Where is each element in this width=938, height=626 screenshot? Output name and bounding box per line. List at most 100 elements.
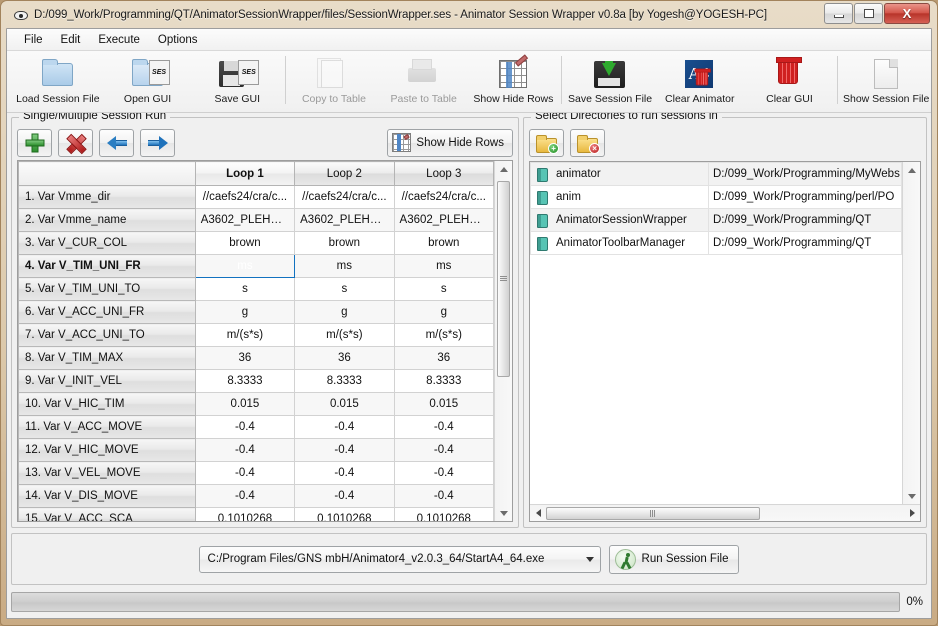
table-cell[interactable]: s <box>194 277 296 302</box>
directory-name-cell[interactable]: AnimatorToolbarManager <box>530 231 709 255</box>
table-cell[interactable]: -0.4 <box>393 484 494 509</box>
table-cell[interactable]: -0.4 <box>194 438 296 463</box>
directories-vertical-scrollbar[interactable] <box>902 162 920 504</box>
column-header-loop-1[interactable]: Loop 1 <box>194 161 296 187</box>
scroll-down-arrow[interactable] <box>903 488 920 504</box>
table-cell[interactable]: -0.4 <box>393 461 494 486</box>
table-cell[interactable]: //caefs24/cra/c... <box>393 185 494 210</box>
show-hide-rows-button[interactable]: Show Hide Rows <box>387 128 513 157</box>
close-button[interactable]: X <box>884 3 930 24</box>
list-item[interactable]: animator D:/099_Work/Programming/MyWebs <box>530 162 902 186</box>
row-header[interactable]: 2. Var Vmme_name <box>18 208 196 233</box>
table-corner-header[interactable] <box>18 161 196 187</box>
table-cell[interactable]: -0.4 <box>294 438 395 463</box>
column-header-loop-2[interactable]: Loop 2 <box>294 161 395 187</box>
table-cell[interactable]: brown <box>294 231 395 256</box>
add-session-button[interactable] <box>17 128 52 157</box>
table-cell[interactable]: 0.1010268 <box>194 507 296 521</box>
scroll-up-arrow[interactable] <box>903 162 920 178</box>
table-cell[interactable]: brown <box>194 231 296 256</box>
menu-options[interactable]: Options <box>149 32 207 48</box>
session-table-vertical-scrollbar[interactable] <box>494 161 512 521</box>
executable-path-combobox[interactable]: C:/Program Files/GNS mbH/Animator4_v2.0.… <box>198 545 601 573</box>
table-cell[interactable]: -0.4 <box>294 415 395 440</box>
move-session-right-button[interactable] <box>140 128 175 157</box>
directories-horizontal-scrollbar[interactable] <box>530 504 920 521</box>
table-cell[interactable]: ms <box>294 254 395 279</box>
table-cell[interactable]: 8.3333 <box>393 369 494 394</box>
column-header-loop-3[interactable]: Loop 3 <box>393 161 494 187</box>
run-session-file-button[interactable]: Run Session File <box>608 544 740 574</box>
table-cell[interactable]: A3602_PLEHC_I... <box>294 208 395 233</box>
table-cell[interactable]: -0.4 <box>194 484 296 509</box>
toolbar-save-gui[interactable]: SES Save GUI <box>192 54 282 112</box>
table-cell[interactable]: ms <box>194 254 296 279</box>
minimize-button[interactable] <box>824 3 853 24</box>
table-cell[interactable]: 8.3333 <box>194 369 296 394</box>
table-cell[interactable]: 36 <box>194 346 296 371</box>
toolbar-show-hide-rows[interactable]: Show Hide Rows <box>469 54 559 112</box>
row-header[interactable]: 6. Var V_ACC_UNI_FR <box>18 300 196 325</box>
table-cell[interactable]: -0.4 <box>393 438 494 463</box>
table-cell[interactable]: -0.4 <box>194 461 296 486</box>
table-cell[interactable]: 36 <box>294 346 395 371</box>
table-cell[interactable]: s <box>294 277 395 302</box>
scroll-up-arrow[interactable] <box>495 161 512 177</box>
table-cell[interactable]: 0.1010268 <box>294 507 395 521</box>
table-cell[interactable]: 0.015 <box>194 392 296 417</box>
list-item[interactable]: AnimatorToolbarManager D:/099_Work/Progra… <box>530 231 902 255</box>
table-cell[interactable]: 0.015 <box>294 392 395 417</box>
table-cell[interactable]: g <box>194 300 296 325</box>
table-cell[interactable]: brown <box>393 231 494 256</box>
row-header[interactable]: 14. Var V_DIS_MOVE <box>18 484 196 509</box>
scroll-right-arrow[interactable] <box>904 509 920 517</box>
table-cell[interactable]: 36 <box>393 346 494 371</box>
table-cell[interactable]: g <box>393 300 494 325</box>
maximize-button[interactable] <box>854 3 883 24</box>
remove-directory-button[interactable]: × <box>570 129 605 157</box>
toolbar-open-gui[interactable]: SES Open GUI <box>103 54 193 112</box>
toolbar-paste-to-table[interactable]: Paste to Table <box>379 54 469 112</box>
directory-path[interactable]: D:/099_Work/Programming/MyWebs <box>708 162 902 186</box>
scroll-thumb[interactable] <box>497 181 510 378</box>
table-cell[interactable]: -0.4 <box>393 415 494 440</box>
toolbar-copy-to-table[interactable]: Copy to Table <box>289 54 379 112</box>
scroll-track-horizontal[interactable] <box>546 506 904 521</box>
table-cell[interactable]: 0.1010268 <box>393 507 494 521</box>
list-item[interactable]: anim D:/099_Work/Programming/perl/PO <box>530 185 902 209</box>
toolbar-clear-gui[interactable]: Clear GUI <box>745 54 835 112</box>
row-header[interactable]: 12. Var V_HIC_MOVE <box>18 438 196 463</box>
table-cell[interactable]: A3602_PLEHC_I... <box>393 208 494 233</box>
directory-name-cell[interactable]: anim <box>530 185 709 209</box>
scroll-track[interactable] <box>495 177 512 505</box>
toolbar-clear-animator[interactable]: A4 Clear Animator <box>655 54 745 112</box>
table-cell[interactable]: m/(s*s) <box>194 323 296 348</box>
row-header[interactable]: 10. Var V_HIC_TIM <box>18 392 196 417</box>
table-cell[interactable]: m/(s*s) <box>393 323 494 348</box>
table-cell[interactable]: s <box>393 277 494 302</box>
add-directory-button[interactable]: + <box>529 129 564 157</box>
toolbar-show-session-file[interactable]: Show Session File <box>841 54 931 112</box>
directory-name-cell[interactable]: animator <box>530 162 709 186</box>
remove-session-button[interactable] <box>58 128 93 157</box>
menu-file[interactable]: File <box>15 32 52 48</box>
row-header[interactable]: 8. Var V_TIM_MAX <box>18 346 196 371</box>
list-item[interactable]: AnimatorSessionWrapper D:/099_Work/Progra… <box>530 208 902 232</box>
scroll-left-arrow[interactable] <box>530 509 546 517</box>
toolbar-save-session-file[interactable]: Save Session File <box>565 54 655 112</box>
row-header[interactable]: 5. Var V_TIM_UNI_TO <box>18 277 196 302</box>
menu-execute[interactable]: Execute <box>89 32 149 48</box>
row-header[interactable]: 4. Var V_TIM_UNI_FR <box>18 254 196 279</box>
scroll-down-arrow[interactable] <box>495 505 512 521</box>
directory-path[interactable]: D:/099_Work/Programming/perl/PO <box>708 185 902 209</box>
row-header[interactable]: 11. Var V_ACC_MOVE <box>18 415 196 440</box>
toolbar-load-session-file[interactable]: Load Session File <box>13 54 103 112</box>
table-cell[interactable]: 0.015 <box>393 392 494 417</box>
table-cell[interactable]: //caefs24/cra/c... <box>294 185 395 210</box>
table-cell[interactable]: g <box>294 300 395 325</box>
table-cell[interactable]: //caefs24/cra/c... <box>194 185 296 210</box>
table-cell[interactable]: 8.3333 <box>294 369 395 394</box>
move-session-left-button[interactable] <box>99 128 134 157</box>
menu-edit[interactable]: Edit <box>52 32 90 48</box>
directory-path[interactable]: D:/099_Work/Programming/QT <box>708 208 902 232</box>
